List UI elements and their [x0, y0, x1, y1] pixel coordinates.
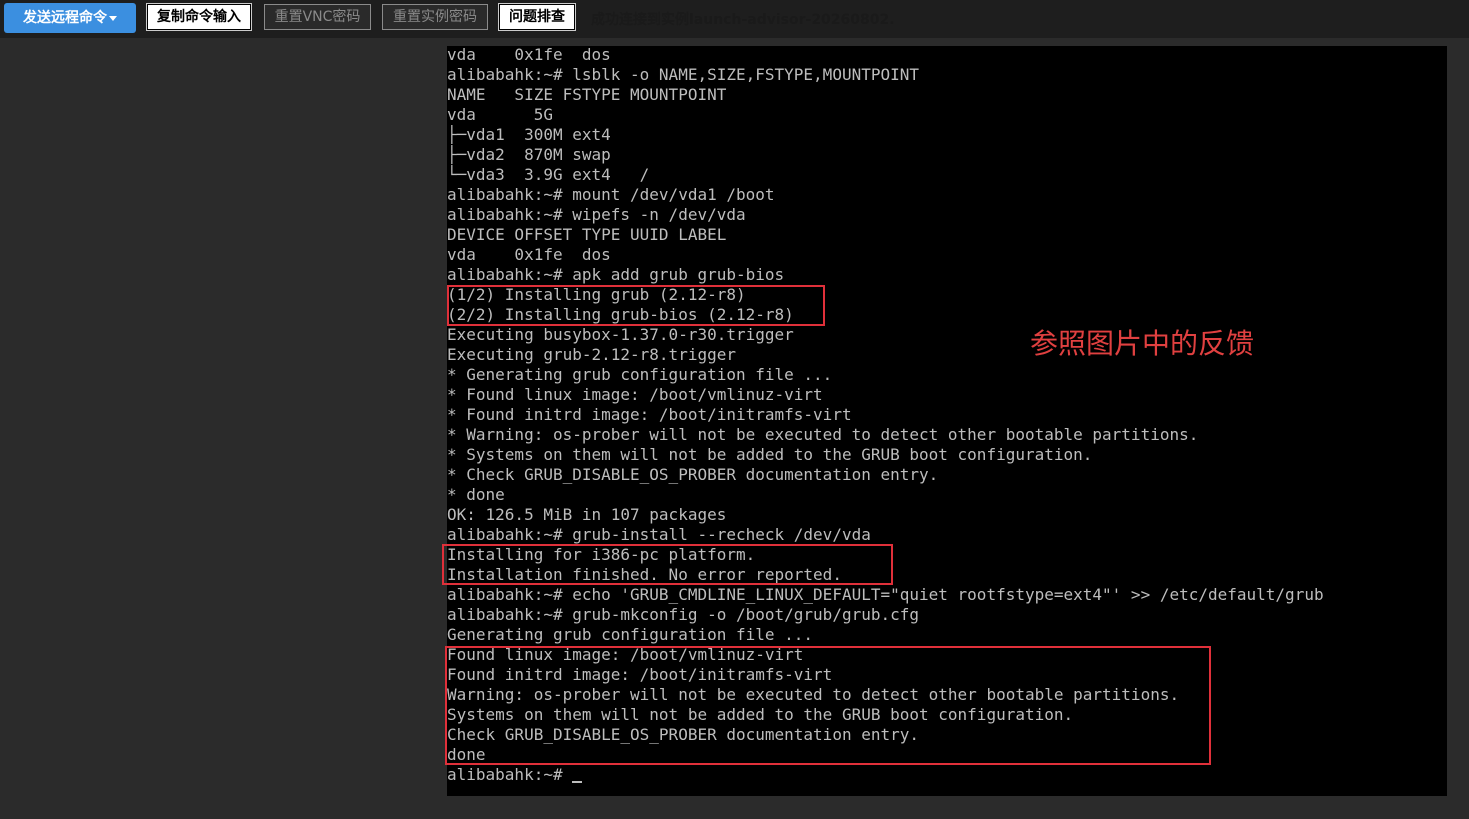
- terminal-line: Warning: os-prober will not be executed …: [447, 685, 1180, 704]
- terminal-line: Installing for i386-pc platform.: [447, 545, 756, 564]
- terminal-line: vda 5G: [447, 105, 553, 124]
- terminal-line: * Warning: os-prober will not be execute…: [447, 425, 1199, 444]
- terminal-line: * Systems on them will not be added to t…: [447, 445, 1093, 464]
- terminal-line: Installation finished. No error reported…: [447, 565, 842, 584]
- terminal-line: alibabahk:~# lsblk -o NAME,SIZE,FSTYPE,M…: [447, 65, 920, 84]
- terminal-line: Found initrd image: /boot/initramfs-virt: [447, 665, 833, 684]
- terminal-line: done: [447, 745, 486, 764]
- terminal-line: └─vda3 3.9G ext4 /: [447, 165, 650, 184]
- connection-status-message: 成功连接到实例launch-advisor-20260802.: [591, 12, 895, 28]
- terminal-line: vda 0x1fe dos: [447, 46, 611, 64]
- terminal-line: * done: [447, 485, 505, 504]
- terminal-line: * Generating grub configuration file ...: [447, 365, 833, 384]
- terminal-cursor-icon: [572, 781, 583, 783]
- terminal-line: NAME SIZE FSTYPE MOUNTPOINT: [447, 85, 727, 104]
- caret-down-icon: [109, 15, 117, 21]
- terminal-line: alibabahk:~# echo 'GRUB_CMDLINE_LINUX_DE…: [447, 585, 1324, 604]
- terminal-line: * Check GRUB_DISABLE_OS_PROBER documenta…: [447, 465, 939, 484]
- terminal-line: * Found linux image: /boot/vmlinuz-virt: [447, 385, 823, 404]
- terminal-prompt-line: alibabahk:~#: [447, 765, 1324, 785]
- terminal-output: vda 0x1fe dos alibabahk:~# lsblk -o NAME,…: [447, 46, 1324, 785]
- terminal-line: Systems on them will not be added to the…: [447, 705, 1074, 724]
- terminal-line: Found linux image: /boot/vmlinuz-virt: [447, 645, 804, 664]
- terminal-prompt: alibabahk:~#: [447, 765, 573, 784]
- reset-instance-password-button[interactable]: 重置实例密码: [382, 4, 488, 30]
- reset-vnc-password-button[interactable]: 重置VNC密码: [264, 4, 371, 30]
- send-remote-command-label: 发送远程命令: [23, 10, 107, 26]
- terminal-line: alibabahk:~# grub-mkconfig -o /boot/grub…: [447, 605, 920, 624]
- terminal-line: * Found initrd image: /boot/initramfs-vi…: [447, 405, 852, 424]
- terminal-line: alibabahk:~# wipefs -n /dev/vda: [447, 205, 746, 224]
- toolbar: 发送远程命令 复制命令输入 重置VNC密码 重置实例密码 问题排查 成功连接到实…: [0, 0, 1469, 38]
- annotation-text: 参照图片中的反馈: [1030, 327, 1255, 360]
- terminal-line: DEVICE OFFSET TYPE UUID LABEL: [447, 225, 727, 244]
- terminal-line: OK: 126.5 MiB in 107 packages: [447, 505, 727, 524]
- terminal-line: ├─vda2 870M swap: [447, 145, 611, 164]
- terminal-line: alibabahk:~# apk add grub grub-bios: [447, 265, 785, 284]
- send-remote-command-button[interactable]: 发送远程命令: [4, 3, 136, 33]
- copy-command-input-button[interactable]: 复制命令输入: [146, 3, 252, 31]
- terminal-line: (1/2) Installing grub (2.12-r8): [447, 285, 746, 304]
- terminal-line: alibabahk:~# grub-install --recheck /dev…: [447, 525, 871, 544]
- vnc-terminal-screen[interactable]: vda 0x1fe dos alibabahk:~# lsblk -o NAME,…: [447, 46, 1447, 796]
- terminal-line: ├─vda1 300M ext4: [447, 125, 611, 144]
- troubleshoot-button[interactable]: 问题排查: [498, 3, 576, 31]
- terminal-line: Generating grub configuration file ...: [447, 625, 814, 644]
- terminal-line: Check GRUB_DISABLE_OS_PROBER documentati…: [447, 725, 920, 744]
- terminal-line: alibabahk:~# mount /dev/vda1 /boot: [447, 185, 775, 204]
- terminal-line: vda 0x1fe dos: [447, 245, 611, 264]
